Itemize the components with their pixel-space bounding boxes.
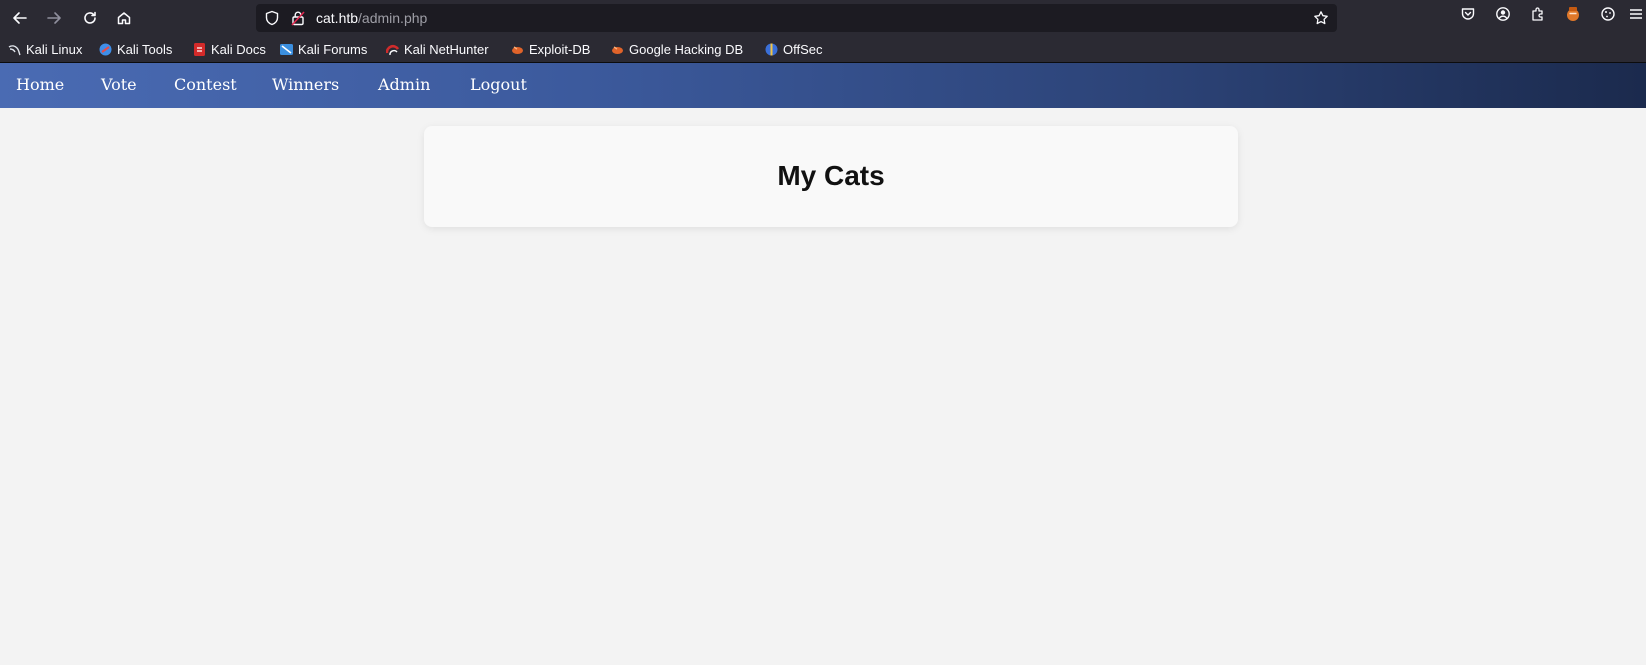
bookmark-label: Kali Tools <box>117 41 173 57</box>
extensions-button[interactable] <box>1524 0 1552 28</box>
kali-tools-icon <box>99 43 112 55</box>
reload-button[interactable] <box>76 4 104 32</box>
cookie-icon <box>1601 7 1615 21</box>
bookmark-kali-tools[interactable]: Kali Tools <box>99 40 172 58</box>
page-title: My Cats <box>777 160 885 191</box>
puzzle-piece-icon <box>1532 7 1543 21</box>
nav-home-link[interactable]: Home <box>16 75 64 95</box>
url-host: cat.htb <box>316 10 359 26</box>
kali-forums-icon <box>280 43 293 55</box>
bookmark-label: Kali NetHunter <box>404 41 489 57</box>
home-icon <box>117 12 131 25</box>
pocket-button[interactable] <box>1454 0 1482 28</box>
bookmark-label: Exploit-DB <box>529 41 591 57</box>
nav-admin-link[interactable]: Admin <box>378 75 430 95</box>
bookmark-exploit-db[interactable]: Exploit-DB <box>511 40 590 58</box>
account-icon <box>1496 7 1510 21</box>
offsec-icon <box>765 43 778 55</box>
url-text[interactable]: cat.htb/admin.php <box>316 9 427 27</box>
pocket-icon <box>1461 8 1475 20</box>
bookmark-kali-linux[interactable]: Kali Linux <box>8 40 82 58</box>
bookmark-label: Kali Docs <box>211 41 266 57</box>
bookmark-label: OffSec <box>783 41 823 57</box>
bookmark-star-icon[interactable] <box>1313 10 1329 26</box>
nav-contest-link[interactable]: Contest <box>174 75 237 95</box>
burp-extension-button[interactable] <box>1559 0 1587 28</box>
tracking-protection-shield-icon[interactable] <box>264 10 280 26</box>
browser-toolbar: cat.htb/admin.php <box>0 0 1646 36</box>
google-hacking-db-icon <box>612 45 623 54</box>
bookmark-offsec[interactable]: OffSec <box>765 40 823 58</box>
insecure-lock-icon[interactable] <box>290 10 306 26</box>
bookmark-kali-docs[interactable]: Kali Docs <box>193 40 266 58</box>
nav-vote-link[interactable]: Vote <box>101 75 137 95</box>
nav-winners-link[interactable]: Winners <box>272 75 339 95</box>
menu-button[interactable] <box>1626 0 1646 28</box>
site-navbar: Home Vote Contest Winners Admin Logout <box>0 63 1646 108</box>
bookmark-label: Kali Forums <box>298 41 368 57</box>
kali-nethunter-icon <box>386 44 399 55</box>
kali-docs-icon <box>194 42 205 56</box>
bookmark-google-hacking-db[interactable]: Google Hacking DB <box>611 40 743 58</box>
hamburger-menu-icon <box>1630 9 1642 19</box>
arrow-right-icon <box>47 12 61 24</box>
bookmark-kali-nethunter[interactable]: Kali NetHunter <box>386 40 489 58</box>
home-button[interactable] <box>110 4 138 32</box>
back-button[interactable] <box>6 4 34 32</box>
cookie-extension-button[interactable] <box>1594 0 1622 28</box>
bookmark-kali-forums[interactable]: Kali Forums <box>280 40 367 58</box>
bookmark-label: Google Hacking DB <box>629 41 744 57</box>
url-path: /admin.php <box>358 10 428 26</box>
bookmarks-toolbar: Kali Linux Kali Tools Kali Docs Kali For… <box>0 36 1646 63</box>
burp-icon <box>1567 7 1579 21</box>
kali-dragon-icon <box>8 44 21 55</box>
reload-icon <box>84 11 96 24</box>
arrow-left-icon <box>13 12 27 24</box>
account-button[interactable] <box>1489 0 1517 28</box>
url-bar[interactable]: cat.htb/admin.php <box>256 4 1337 32</box>
nav-logout-link[interactable]: Logout <box>470 75 527 95</box>
bookmark-label: Kali Linux <box>26 41 83 57</box>
cats-card: My Cats <box>424 126 1238 227</box>
forward-button[interactable] <box>40 4 68 32</box>
exploit-db-icon <box>512 45 523 54</box>
